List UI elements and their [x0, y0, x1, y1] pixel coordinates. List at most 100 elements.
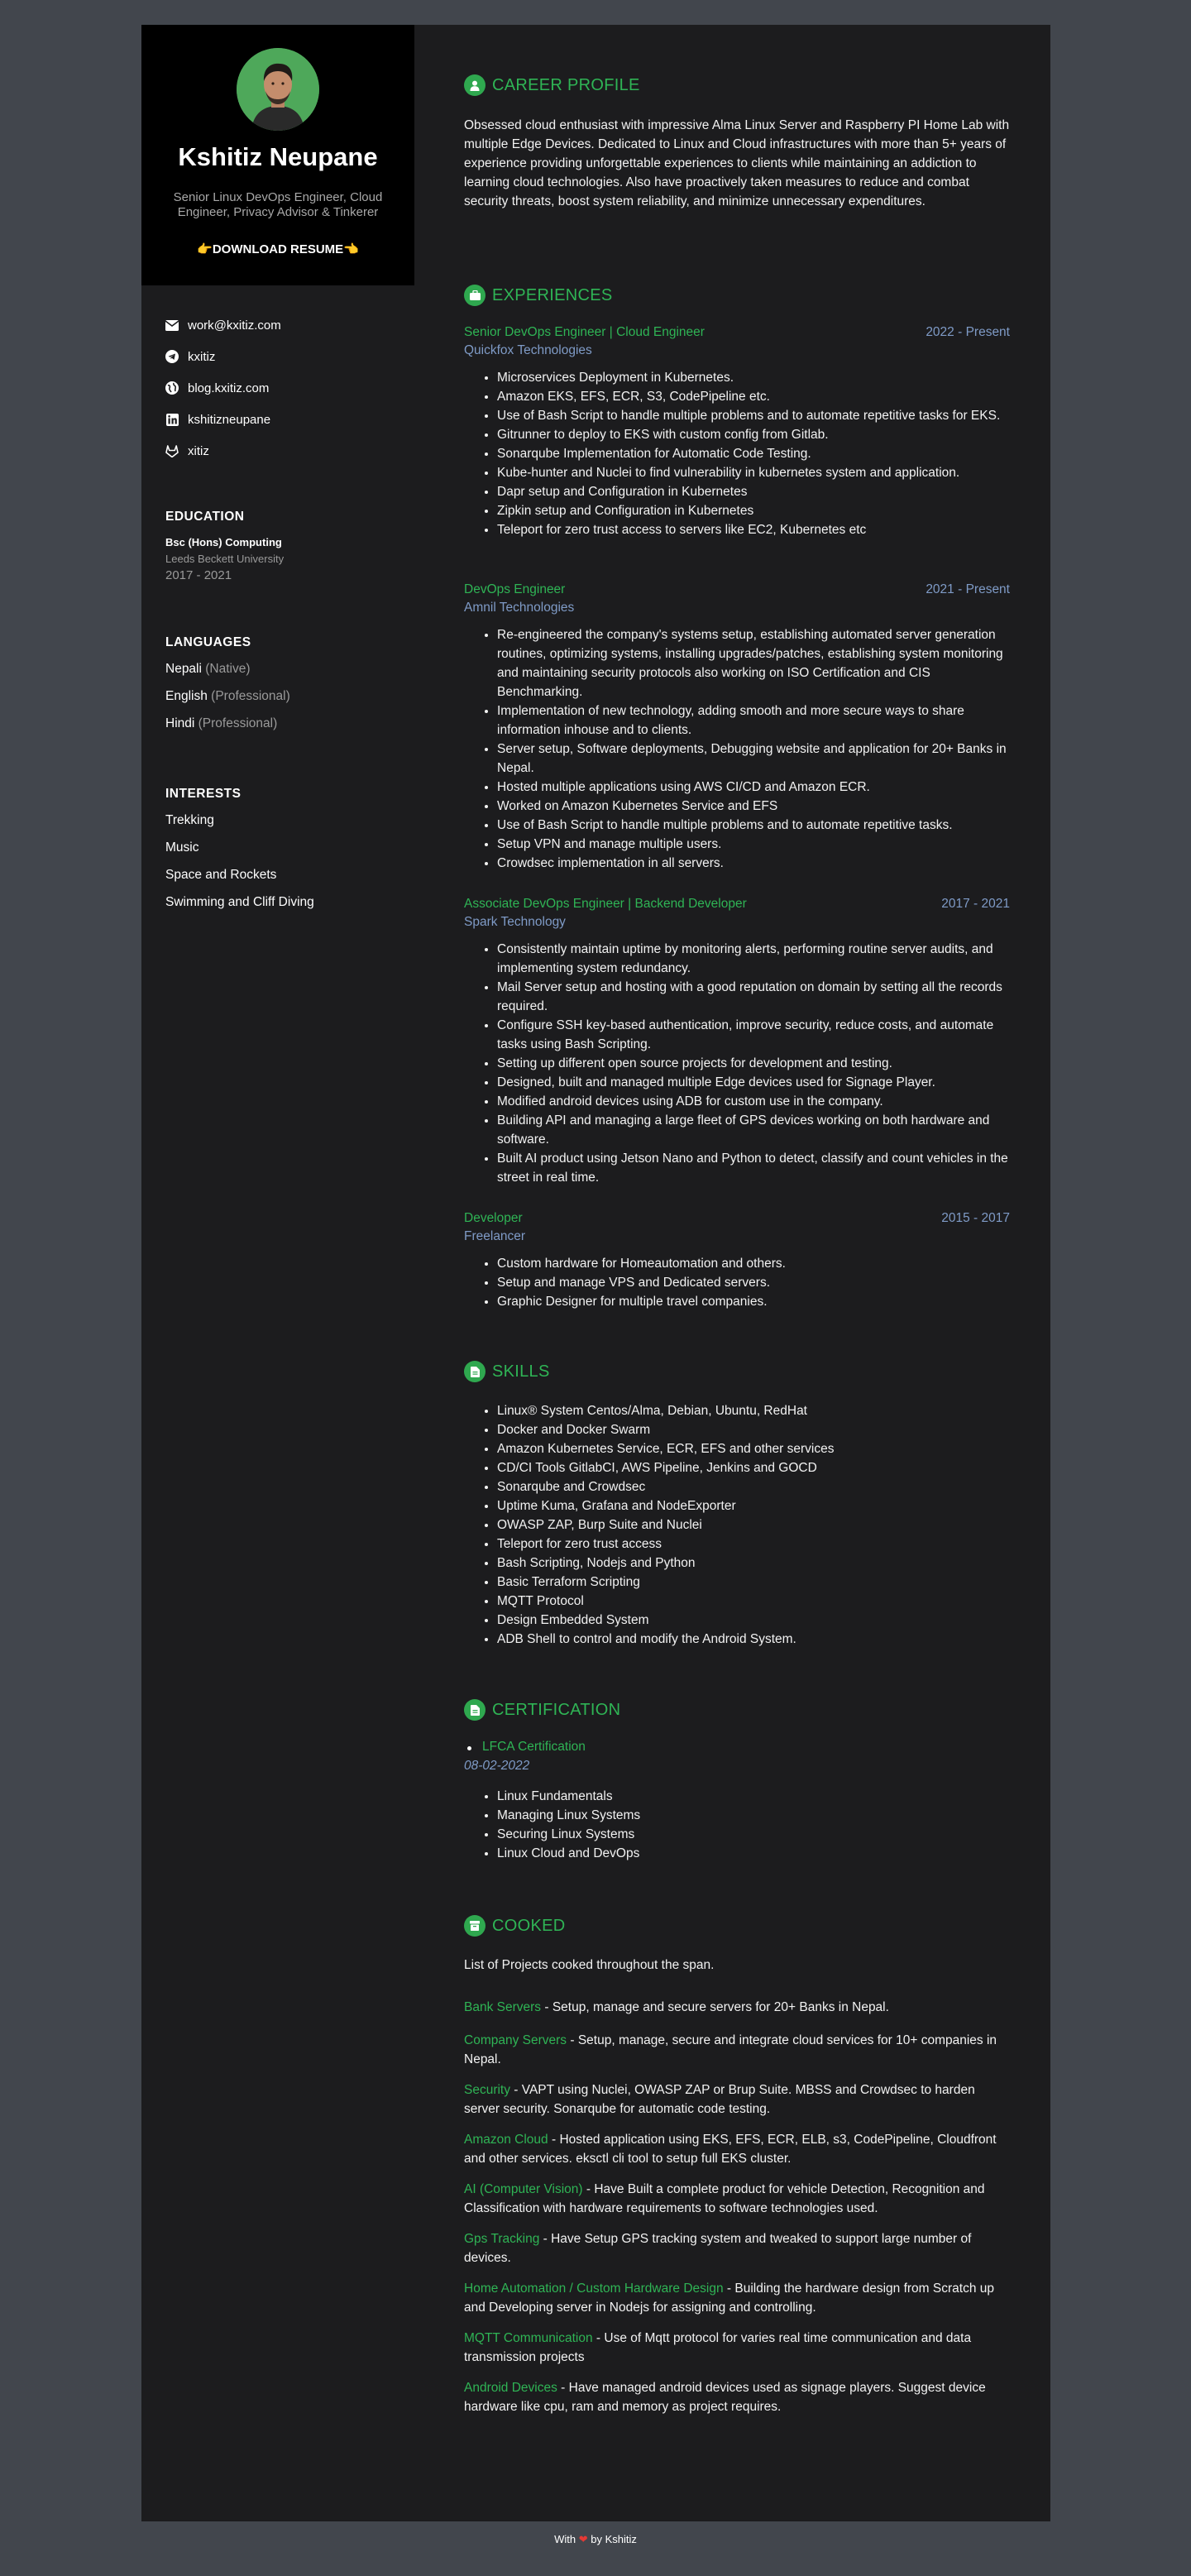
project-name-link[interactable]: Android Devices: [464, 2381, 557, 2395]
contact-email[interactable]: work@kxitiz.com: [165, 309, 397, 341]
envelope-icon: [165, 318, 179, 332]
list-item: Configure SSH key-based authentication, …: [497, 1016, 1010, 1054]
footer-prefix: With: [554, 2533, 576, 2545]
language-item: English (Professional): [165, 689, 397, 716]
list-item: Setup and manage VPS and Dedicated serve…: [497, 1273, 1010, 1292]
interest-item: Swimming and Cliff Diving: [165, 895, 314, 909]
skills-list: Linux® System Centos/Alma, Debian, Ubunt…: [464, 1401, 1010, 1649]
list-item: Amazon EKS, EFS, ECR, S3, CodePipeline e…: [497, 387, 1010, 406]
contact-linkedin[interactable]: kshitizneupane: [165, 404, 397, 435]
project-item: AI (Computer Vision) - Have Built a comp…: [464, 2180, 1010, 2218]
gitlab-icon: [165, 444, 179, 457]
list-item: Use of Bash Script to handle multiple pr…: [497, 406, 1010, 425]
list-item: Server setup, Software deployments, Debu…: [497, 740, 1010, 778]
education-degree: Bsc (Hons) Computing: [165, 536, 282, 548]
language-name: Hindi: [165, 716, 195, 730]
project-item: Amazon Cloud - Hosted application using …: [464, 2130, 1010, 2168]
list-item: Modified android devices using ADB for c…: [497, 1092, 1010, 1111]
interests-title: INTERESTS: [165, 787, 242, 801]
profile-header: Kshitiz Neupane Senior Linux DevOps Engi…: [141, 25, 414, 285]
project-name-link[interactable]: MQTT Communication: [464, 2331, 593, 2345]
job-title: Developer: [464, 1211, 523, 1225]
skills-title: SKILLS: [492, 1362, 550, 1381]
job-entry: Senior DevOps Engineer | Cloud Engineer …: [464, 325, 1010, 539]
document-icon: [464, 1699, 485, 1721]
list-item: Microservices Deployment in Kubernetes.: [497, 368, 1010, 387]
profile-name: Kshitiz Neupane: [178, 142, 378, 171]
list-item: Linux Fundamentals: [497, 1787, 1010, 1806]
job-company: Amnil Technologies: [464, 601, 575, 615]
list-item: Linux® System Centos/Alma, Debian, Ubunt…: [497, 1401, 1010, 1420]
project-item: Home Automation / Custom Hardware Design…: [464, 2279, 1010, 2317]
project-name-link[interactable]: Gps Tracking: [464, 2232, 539, 2246]
list-item: Designed, built and managed multiple Edg…: [497, 1073, 1010, 1092]
job-company: Freelancer: [464, 1229, 526, 1243]
skills-header: SKILLS: [464, 1361, 550, 1382]
project-name-link[interactable]: AI (Computer Vision): [464, 2182, 583, 2196]
contact-gitlab-text: xitiz: [188, 443, 209, 458]
list-item: Built AI product using Jetson Nano and P…: [497, 1149, 1010, 1187]
job-bullets: Custom hardware for Homeautomation and o…: [464, 1254, 1010, 1311]
job-company: Spark Technology: [464, 915, 566, 929]
interests-section: INTERESTS Trekking Music Space and Rocke…: [165, 787, 397, 922]
project-item: Bank Servers - Setup, manage and secure …: [464, 1998, 1010, 2017]
project-name-link[interactable]: Home Automation / Custom Hardware Design: [464, 2282, 724, 2296]
project-name-link[interactable]: Amazon Cloud: [464, 2133, 548, 2147]
job-date: 2015 - 2017: [941, 1211, 1010, 1225]
language-level: (Native): [205, 662, 251, 676]
job-bullets: Consistently maintain uptime by monitori…: [464, 940, 1010, 1187]
languages-title: LANGUAGES: [165, 635, 251, 649]
list-item: Crowdsec implementation in all servers.: [497, 854, 1010, 873]
experiences-header: EXPERIENCES: [464, 285, 613, 306]
list-item: Zipkin setup and Configuration in Kubern…: [497, 501, 1010, 520]
education-section: EDUCATION Bsc (Hons) Computing Leeds Bec…: [165, 510, 397, 582]
contact-gitlab[interactable]: xitiz: [165, 435, 397, 467]
language-level: (Professional): [198, 716, 278, 730]
job-title: Senior DevOps Engineer | Cloud Engineer: [464, 325, 705, 339]
certification-link[interactable]: LFCA Certification: [464, 1740, 586, 1755]
resume-card: Kshitiz Neupane Senior Linux DevOps Engi…: [141, 25, 1050, 2521]
list-item: Securing Linux Systems: [497, 1825, 1010, 1844]
list-item: Implementation of new technology, adding…: [497, 701, 1010, 740]
footer: With ❤ by Kshitiz: [0, 2533, 1191, 2546]
job-company: Quickfox Technologies: [464, 343, 592, 357]
project-name-link[interactable]: Company Servers: [464, 2033, 567, 2047]
project-name-link[interactable]: Bank Servers: [464, 2000, 541, 2014]
globe-icon: [165, 381, 179, 395]
project-name-link[interactable]: Security: [464, 2083, 510, 2097]
certification-name: LFCA Certification: [482, 1740, 586, 1754]
job-entry: Associate DevOps Engineer | Backend Deve…: [464, 897, 1010, 1187]
contact-telegram[interactable]: kxitiz: [165, 341, 397, 372]
job-date: 2022 - Present: [926, 325, 1010, 339]
avatar: [237, 48, 319, 131]
list-item: Mail Server setup and hosting with a goo…: [497, 978, 1010, 1016]
list-item: Linux Cloud and DevOps: [497, 1844, 1010, 1863]
download-resume-link[interactable]: 👉DOWNLOAD RESUME👈: [141, 242, 414, 256]
language-item: Hindi (Professional): [165, 716, 397, 744]
list-item: Teleport for zero trust access: [497, 1535, 1010, 1554]
job-bullets: Microservices Deployment in Kubernetes. …: [464, 368, 1010, 539]
list-item: Dapr setup and Configuration in Kubernet…: [497, 482, 1010, 501]
project-desc: - Setup, manage and secure servers for 2…: [541, 2000, 889, 2014]
education-years: 2017 - 2021: [165, 568, 232, 582]
list-item: Sonarqube and Crowdsec: [497, 1477, 1010, 1496]
contact-website[interactable]: blog.kxitiz.com: [165, 372, 397, 404]
list-item: Hosted multiple applications using AWS C…: [497, 778, 1010, 797]
career-profile-header: CAREER PROFILE: [464, 74, 640, 96]
list-item: Worked on Amazon Kubernetes Service and …: [497, 797, 1010, 816]
list-item: Design Embedded System: [497, 1611, 1010, 1630]
footer-suffix[interactable]: by Kshitiz: [591, 2533, 637, 2545]
job-entry: DevOps Engineer 2021 - Present Amnil Tec…: [464, 582, 1010, 873]
contact-list: work@kxitiz.com kxitiz blog.kxitiz.com k…: [165, 309, 397, 467]
profile-tagline: Senior Linux DevOps Engineer, Cloud Engi…: [173, 190, 383, 219]
cooked-header: COOKED: [464, 1915, 565, 1937]
job-date: 2017 - 2021: [941, 897, 1010, 911]
list-item: MQTT Protocol: [497, 1592, 1010, 1611]
list-item: Basic Terraform Scripting: [497, 1573, 1010, 1592]
list-item: Teleport for zero trust access to server…: [497, 520, 1010, 539]
list-item: Gitrunner to deploy to EKS with custom c…: [497, 425, 1010, 444]
project-desc: - VAPT using Nuclei, OWASP ZAP or Brup S…: [464, 2083, 975, 2116]
heart-icon: ❤: [578, 2533, 588, 2545]
list-item: Sonarqube Implementation for Automatic C…: [497, 444, 1010, 463]
contact-website-text: blog.kxitiz.com: [188, 381, 270, 395]
